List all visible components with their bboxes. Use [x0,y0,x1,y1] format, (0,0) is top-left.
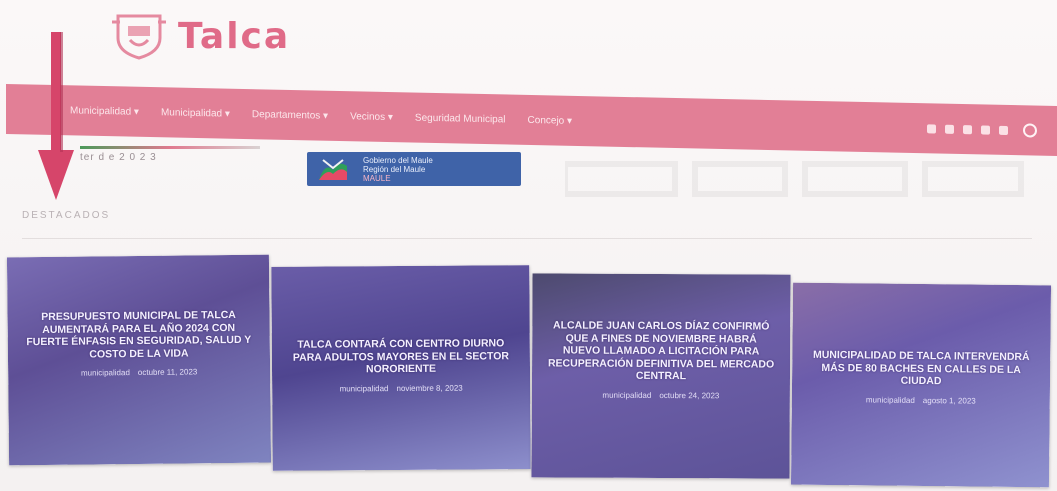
card-title[interactable]: MUNICIPALIDAD DE TALCA INTERVENDRÁ MÁS D… [806,349,1036,389]
banner-line-2: Región del Maule [363,164,426,174]
nav-item[interactable]: Seguridad Municipal [415,112,506,125]
card-date: noviembre 8, 2023 [396,383,463,393]
banner-flag-icon [319,159,347,180]
news-card[interactable]: PRESUPUESTO MUNICIPAL DE TALCA AUMENTARÁ… [6,254,272,466]
card-author[interactable]: municipalidad [340,384,389,393]
shield-icon [110,12,168,60]
card-author[interactable]: municipalidad [81,368,130,378]
site-name: Talca [178,15,291,57]
site-logo[interactable]: Talca [110,12,290,60]
card-title[interactable]: ALCALDE JUAN CARLOS DÍAZ CONFIRMÓ QUE A … [546,319,776,383]
section-divider [22,238,1032,239]
section-title: DESTACADOS [22,210,111,221]
mail-icon[interactable] [999,125,1008,135]
banner-sub: MAULE [363,173,391,183]
facebook-icon[interactable] [927,123,936,133]
card-author[interactable]: municipalidad [602,390,651,399]
nav-item[interactable]: Vecinos ▾ [350,111,393,123]
card-title[interactable]: PRESUPUESTO MUNICIPAL DE TALCA AUMENTARÁ… [21,309,256,361]
card-author[interactable]: municipalidad [866,395,915,405]
social-icons [927,121,1037,138]
search-icon[interactable] [1023,123,1037,138]
flag-stripe [80,146,260,149]
faded-header-logo [565,161,1024,197]
nav-menu: Municipalidad ▾ Municipalidad ▾ Departamen… [70,105,572,127]
card-title[interactable]: TALCA CONTARÁ CON CENTRO DIURNO PARA ADU… [286,337,516,376]
instagram-icon[interactable] [963,124,972,134]
page: Talca Municipalidad ▾ Municipalidad ▾ Depa… [0,0,1057,491]
card-date: agosto 1, 2023 [922,395,976,406]
news-card[interactable]: TALCA CONTARÁ CON CENTRO DIURNO PARA ADU… [271,265,531,471]
nav-item[interactable]: Municipalidad ▾ [70,105,139,117]
annotation-arrow-icon [38,32,74,200]
news-card[interactable]: MUNICIPALIDAD DE TALCA INTERVENDRÁ MÁS D… [790,282,1052,488]
current-date: ter d e 2 0 2 3 [80,152,157,163]
news-card[interactable]: ALCALDE JUAN CARLOS DÍAZ CONFIRMÓ QUE A … [531,273,791,479]
banner-text: Gobierno del Maule Región del Maule MAUL… [363,156,473,183]
banner-line-1: Gobierno del Maule [363,155,433,165]
youtube-icon[interactable] [981,124,990,135]
nav-item[interactable]: Municipalidad ▾ [161,107,230,119]
nav-item[interactable]: Concejo ▾ [528,114,573,126]
card-date: octubre 11, 2023 [137,367,198,378]
card-date: octubre 24, 2023 [659,390,720,400]
nav-item[interactable]: Departamentos ▾ [252,109,328,122]
gobierno-banner[interactable]: Gobierno del Maule Región del Maule MAUL… [307,152,521,186]
twitter-icon[interactable] [945,124,954,134]
